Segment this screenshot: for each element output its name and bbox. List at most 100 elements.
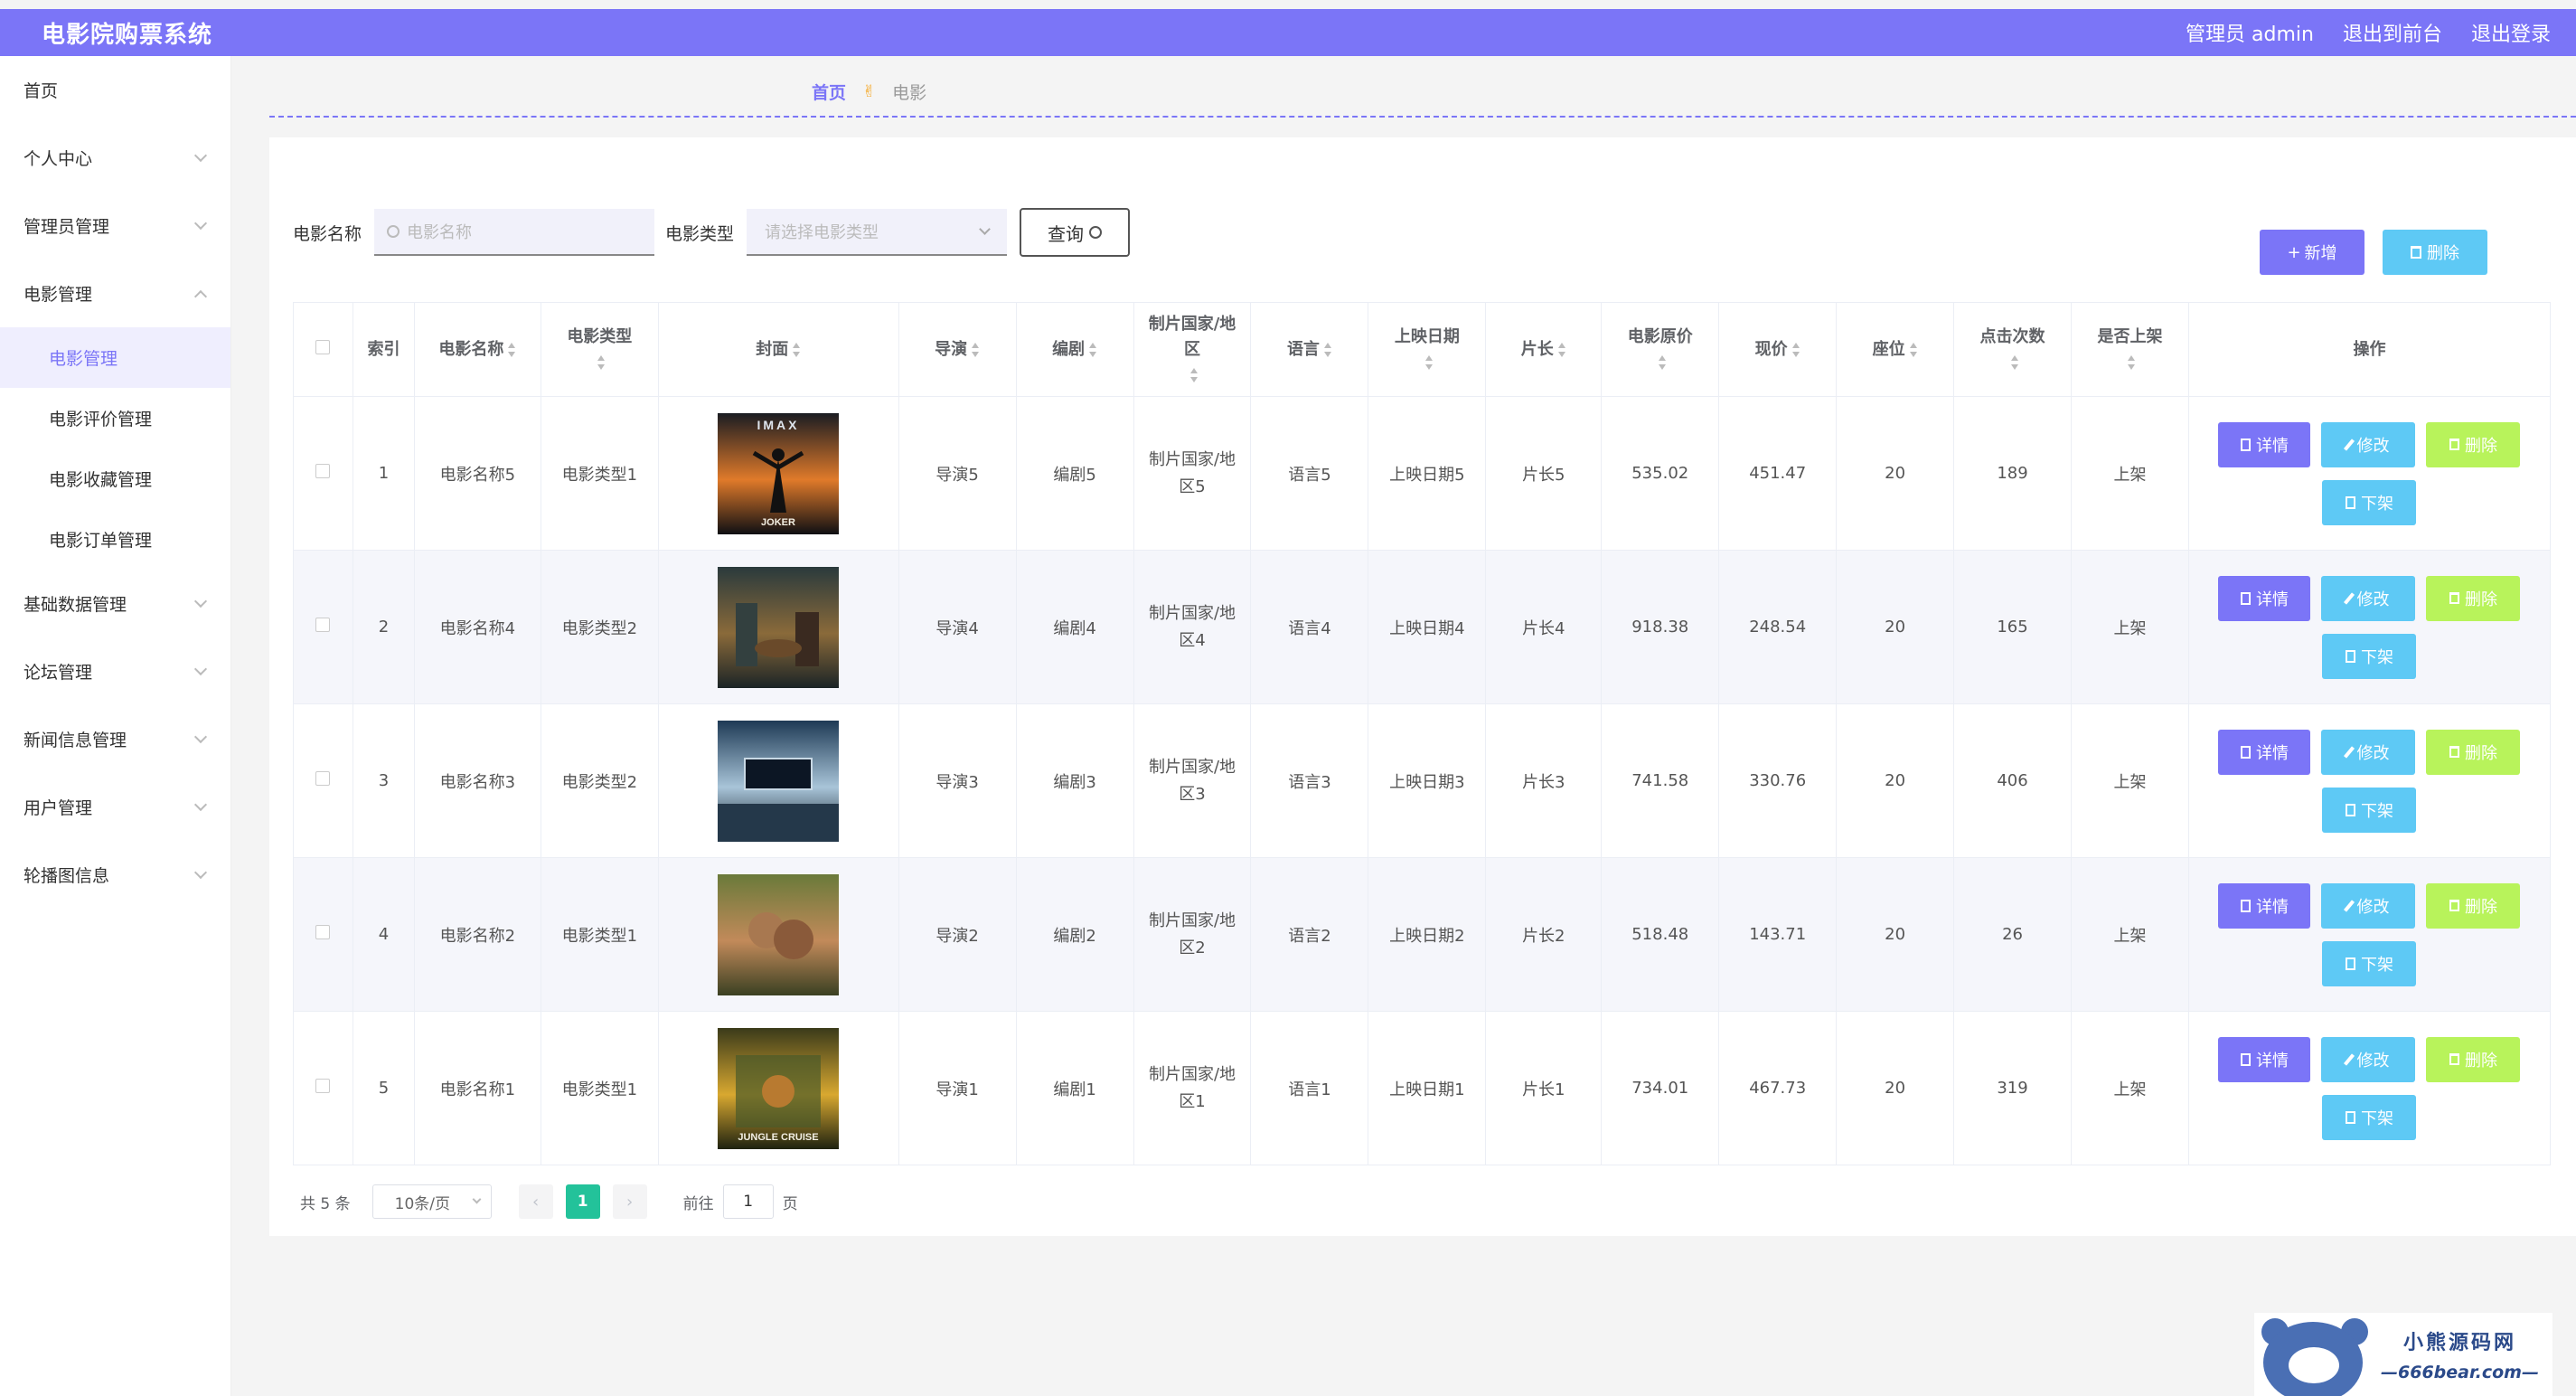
col-cover[interactable]: 封面 xyxy=(657,302,899,397)
row-select-cell xyxy=(293,550,353,704)
off-shelf-button[interactable]: 下架 xyxy=(2322,1094,2417,1140)
sidebar-subitem-movie-orders[interactable]: 电影订单管理 xyxy=(0,509,230,570)
document-icon xyxy=(2345,649,2355,663)
cell-country: 制片国家/地区3 xyxy=(1133,703,1252,858)
chevron-up-icon xyxy=(193,289,208,304)
col-orig-price[interactable]: 电影原价 xyxy=(1601,302,1720,397)
goto-page-input[interactable]: 1 xyxy=(722,1184,774,1219)
row-checkbox[interactable] xyxy=(315,618,331,632)
pencil-icon xyxy=(2344,745,2355,759)
delete-button[interactable]: 删除 xyxy=(2426,729,2521,775)
row-checkbox[interactable] xyxy=(315,464,331,478)
col-country[interactable]: 制片国家/地区 xyxy=(1133,302,1252,397)
sidebar-item-news[interactable]: 新闻信息管理 xyxy=(0,705,230,773)
sidebar-item-forum[interactable]: 论坛管理 xyxy=(0,637,230,705)
col-language[interactable]: 语言 xyxy=(1250,302,1369,397)
page-number-current[interactable]: 1 xyxy=(565,1184,600,1219)
cell-index: 2 xyxy=(352,550,415,704)
pencil-icon xyxy=(2344,1052,2355,1066)
logout-link[interactable]: 退出登录 xyxy=(2471,18,2551,47)
col-type[interactable]: 电影类型 xyxy=(540,302,659,397)
pager-total: 共 5 条 xyxy=(300,1194,351,1213)
edit-button[interactable]: 修改 xyxy=(2321,1036,2416,1082)
col-name[interactable]: 电影名称 xyxy=(413,302,541,397)
next-page-button[interactable]: › xyxy=(612,1184,647,1219)
sidebar-item-movies[interactable]: 电影管理 xyxy=(0,259,230,327)
cell-price: 451.47 xyxy=(1718,396,1838,551)
sort-icon xyxy=(597,354,606,370)
cell-on-shelf: 上架 xyxy=(2071,1011,2189,1165)
detail-button[interactable]: 详情 xyxy=(2218,575,2311,621)
app-title: 电影院购票系统 xyxy=(42,21,213,49)
col-clicks[interactable]: 点击次数 xyxy=(1953,302,2073,397)
cell-director: 导演4 xyxy=(898,550,1017,704)
page-size-select[interactable]: 10条/页 xyxy=(371,1184,492,1219)
delete-button[interactable]: 删除 xyxy=(2426,421,2521,467)
query-button[interactable]: 查询 xyxy=(1020,208,1131,257)
chevron-down-icon xyxy=(193,865,208,880)
detail-button[interactable]: 详情 xyxy=(2218,421,2311,467)
cell-actions: 详情 修改 删除 下架 xyxy=(2187,1011,2552,1165)
cell-actions: 详情 修改 删除 下架 xyxy=(2187,396,2552,551)
movie-list-panel: 电影名称 电影名称 电影类型 请选择电影类型 查询 + 新增 删除 索引 电影名… xyxy=(269,137,2576,1236)
sidebar-subitem-movie-reviews[interactable]: 电影评价管理 xyxy=(0,388,230,448)
edit-button[interactable]: 修改 xyxy=(2321,421,2416,467)
off-shelf-button[interactable]: 下架 xyxy=(2322,787,2417,833)
cell-director: 导演3 xyxy=(898,703,1017,858)
cell-price: 143.71 xyxy=(1718,857,1838,1012)
col-release[interactable]: 上映日期 xyxy=(1368,302,1487,397)
col-on-shelf[interactable]: 是否上架 xyxy=(2071,302,2189,397)
trash-icon xyxy=(2411,246,2421,259)
movie-name-input[interactable]: 电影名称 xyxy=(374,209,655,256)
document-icon xyxy=(2240,1052,2251,1066)
cell-writer: 编剧2 xyxy=(1015,857,1134,1012)
off-shelf-button[interactable]: 下架 xyxy=(2322,940,2417,986)
cell-language: 语言5 xyxy=(1250,396,1369,551)
cell-type: 电影类型2 xyxy=(540,550,659,704)
sidebar-item-admins[interactable]: 管理员管理 xyxy=(0,192,230,259)
delete-button[interactable]: 删除 xyxy=(2426,882,2521,929)
sort-icon xyxy=(507,342,516,357)
detail-button[interactable]: 详情 xyxy=(2218,882,2311,929)
col-length[interactable]: 片长 xyxy=(1485,302,1603,397)
sidebar-item-home[interactable]: 首页 xyxy=(0,56,230,124)
prev-page-button[interactable]: ‹ xyxy=(518,1184,553,1219)
movie-type-select[interactable]: 请选择电影类型 xyxy=(747,209,1008,256)
goto-label: 前往 xyxy=(682,1194,714,1213)
cell-price: 467.73 xyxy=(1718,1011,1838,1165)
batch-delete-button[interactable]: 删除 xyxy=(2383,230,2487,275)
breadcrumb-home[interactable]: 首页 xyxy=(812,80,846,104)
delete-button[interactable]: 删除 xyxy=(2426,575,2521,621)
col-writer[interactable]: 编剧 xyxy=(1015,302,1134,397)
col-director[interactable]: 导演 xyxy=(898,302,1017,397)
search-icon xyxy=(387,225,400,238)
row-checkbox[interactable] xyxy=(315,925,331,939)
col-seats[interactable]: 座位 xyxy=(1836,302,1955,397)
document-icon xyxy=(2240,745,2251,759)
detail-button[interactable]: 详情 xyxy=(2218,729,2311,775)
to-front-link[interactable]: 退出到前台 xyxy=(2343,18,2442,47)
sidebar-item-basic-data[interactable]: 基础数据管理 xyxy=(0,570,230,637)
row-checkbox[interactable] xyxy=(315,771,331,786)
sidebar-item-profile[interactable]: 个人中心 xyxy=(0,124,230,192)
off-shelf-button[interactable]: 下架 xyxy=(2322,479,2417,525)
cell-cover: IMAX JOKER xyxy=(657,396,899,551)
cell-release: 上映日期2 xyxy=(1368,857,1487,1012)
edit-button[interactable]: 修改 xyxy=(2321,882,2416,929)
trash-icon xyxy=(2449,592,2459,604)
sidebar-item-carousel[interactable]: 轮播图信息 xyxy=(0,841,230,909)
edit-button[interactable]: 修改 xyxy=(2321,575,2416,621)
row-checkbox[interactable] xyxy=(315,1079,331,1093)
edit-button[interactable]: 修改 xyxy=(2321,729,2416,775)
cell-seats: 20 xyxy=(1836,1011,1955,1165)
cell-clicks: 26 xyxy=(1953,857,2073,1012)
col-price[interactable]: 现价 xyxy=(1718,302,1838,397)
delete-button[interactable]: 删除 xyxy=(2426,1036,2521,1082)
sidebar-subitem-movie-manage[interactable]: 电影管理 xyxy=(0,327,230,388)
select-all-checkbox[interactable] xyxy=(315,339,331,354)
sidebar-item-users[interactable]: 用户管理 xyxy=(0,773,230,841)
off-shelf-button[interactable]: 下架 xyxy=(2322,633,2417,679)
sidebar-subitem-movie-favorites[interactable]: 电影收藏管理 xyxy=(0,448,230,509)
detail-button[interactable]: 详情 xyxy=(2218,1036,2311,1082)
add-button[interactable]: + 新增 xyxy=(2260,230,2364,275)
